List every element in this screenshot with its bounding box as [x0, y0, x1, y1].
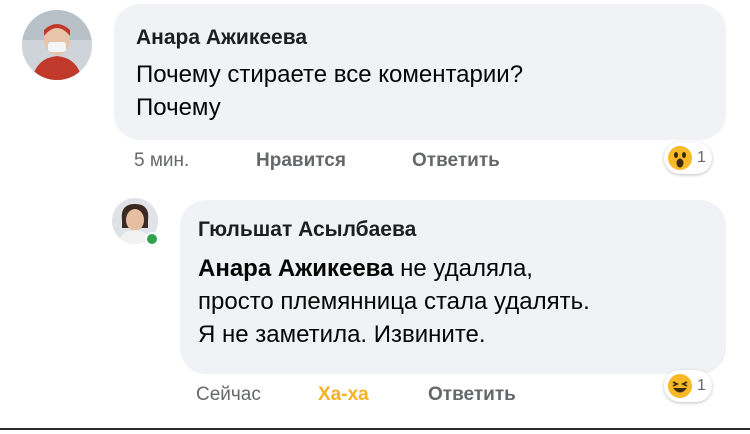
comment-text: Почему стираете все коментарии? Почему: [136, 61, 524, 121]
comment-bubble: Гюльшат Асылбаева Анара Ажикеева не удал…: [180, 200, 726, 374]
reply-button[interactable]: Ответить: [428, 384, 516, 406]
user-photo-icon: [22, 10, 92, 80]
comment-author[interactable]: Гюльшат Асылбаева: [198, 218, 416, 242]
comment-time[interactable]: 5 мин.: [134, 150, 189, 172]
avatar[interactable]: [22, 10, 92, 80]
online-status-badge: [145, 232, 159, 246]
mention-link[interactable]: Анара Ажикеева: [198, 255, 393, 282]
comment-author[interactable]: Анара Ажикеева: [136, 26, 307, 50]
comment-time[interactable]: Сейчас: [196, 384, 261, 406]
haha-reaction-button[interactable]: Ха-ха: [318, 384, 369, 406]
reaction-count: 1: [697, 149, 706, 166]
haha-emoji-icon: [668, 374, 692, 398]
like-button[interactable]: Нравится: [256, 150, 346, 172]
reaction-summary[interactable]: 1: [664, 142, 712, 174]
reaction-summary[interactable]: 1: [664, 370, 712, 402]
comment-bubble: Анара Ажикеева Почему стираете все комен…: [114, 4, 726, 140]
wow-emoji-icon: [668, 146, 692, 170]
comment-text: Анара Ажикеева не удаляла, просто племян…: [198, 252, 718, 351]
reaction-count: 1: [697, 377, 706, 394]
divider: [0, 428, 750, 430]
reply-button[interactable]: Ответить: [412, 150, 500, 172]
